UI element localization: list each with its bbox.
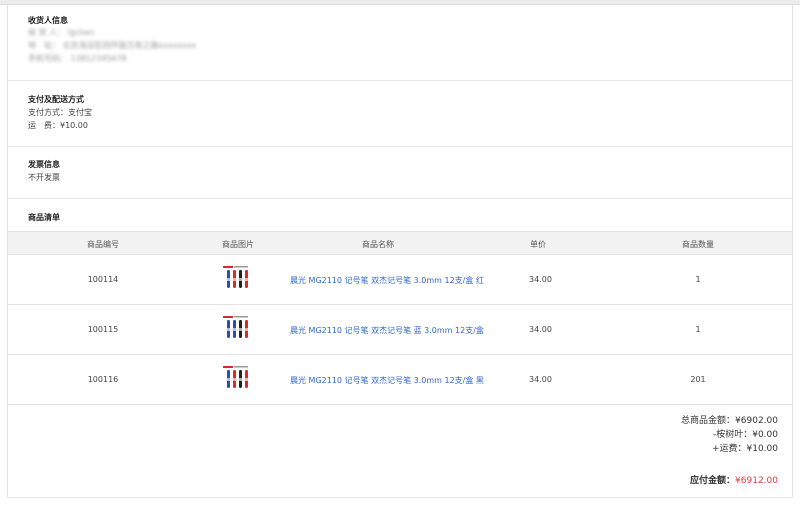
recipient-address: 地 址： 北京海淀区四环路万寿之路xxxxxxxx (28, 41, 197, 50)
goods-title: 商品清单 (28, 213, 60, 222)
summary-freight: +运费：¥10.00 (711, 444, 778, 454)
recipient-phone: 手机号码： 13812345678 (28, 54, 127, 63)
goods-id: 100114 (87, 275, 119, 284)
goods-price: 34.00 (529, 375, 552, 384)
order-card: 收货人信息 收 货 人： lgchen 地 址： 北京海淀区四环路万寿之路xxx… (7, 5, 793, 498)
payment-title: 支付及配送方式 (28, 95, 84, 104)
invoice-section: 发票信息 不开发票 (8, 147, 792, 199)
payment-method: 支付方式：支付宝 (28, 108, 92, 117)
table-row: 100116 晨光 MG2110 记号笔 双杰记号笔 3.0mm 12支/盒 黑… (8, 355, 792, 405)
goods-id: 100115 (87, 325, 119, 334)
goods-table-header: 商品编号 商品图片 商品名称 单价 商品数量 (8, 231, 792, 255)
leaf-discount: -桉树叶：¥0.00 (712, 430, 778, 440)
pen-set-image (223, 366, 248, 388)
recipient-title: 收货人信息 (28, 16, 68, 25)
table-row: 100114 晨光 MG2110 记号笔 双杰记号笔 3.0mm 12支/盒 红… (8, 255, 792, 305)
col-header-qty: 商品数量 (682, 240, 714, 249)
table-row: 100115 晨光 MG2110 记号笔 双杰记号笔 蓝 3.0mm 12支/盒… (8, 305, 792, 355)
recipient-section: 收货人信息 收 货 人： lgchen 地 址： 北京海淀区四环路万寿之路xxx… (8, 5, 792, 81)
invoice-value: 不开发票 (28, 173, 60, 182)
pen-set-image (223, 316, 248, 338)
goods-qty: 1 (695, 275, 701, 284)
col-header-price: 单价 (530, 240, 546, 249)
col-header-id: 商品编号 (87, 240, 119, 249)
col-header-image: 商品图片 (222, 240, 254, 249)
goods-id: 100116 (87, 375, 119, 384)
pen-set-image (223, 266, 248, 288)
col-header-name: 商品名称 (362, 240, 394, 249)
goods-price: 34.00 (529, 275, 552, 284)
recipient-name: 收 货 人： lgchen (28, 28, 95, 37)
goods-qty: 201 (690, 375, 706, 384)
order-confirmation-page: 收货人信息 收 货 人： lgchen 地 址： 北京海淀区四环路万寿之路xxx… (0, 0, 800, 505)
total-goods-amount: 总商品金额：¥6902.00 (681, 416, 778, 426)
goods-name-link[interactable]: 晨光 MG2110 记号笔 双杰记号笔 蓝 3.0mm 12支/盒 (290, 325, 484, 336)
payable-amount: 应付金额：¥6912.00 (690, 473, 778, 486)
goods-name-link[interactable]: 晨光 MG2110 记号笔 双杰记号笔 3.0mm 12支/盒 黑 (290, 375, 484, 386)
invoice-title: 发票信息 (28, 160, 60, 169)
goods-qty: 1 (695, 325, 701, 334)
goods-price: 34.00 (529, 325, 552, 334)
payable-label: 应付金额： (690, 476, 736, 486)
payment-freight: 运 费：¥10.00 (28, 121, 88, 130)
goods-name-link[interactable]: 晨光 MG2110 记号笔 双杰记号笔 3.0mm 12支/盒 红 (290, 275, 484, 286)
payable-value: ¥6912.00 (735, 476, 778, 486)
payment-section: 支付及配送方式 支付方式：支付宝 运 费：¥10.00 (8, 81, 792, 147)
